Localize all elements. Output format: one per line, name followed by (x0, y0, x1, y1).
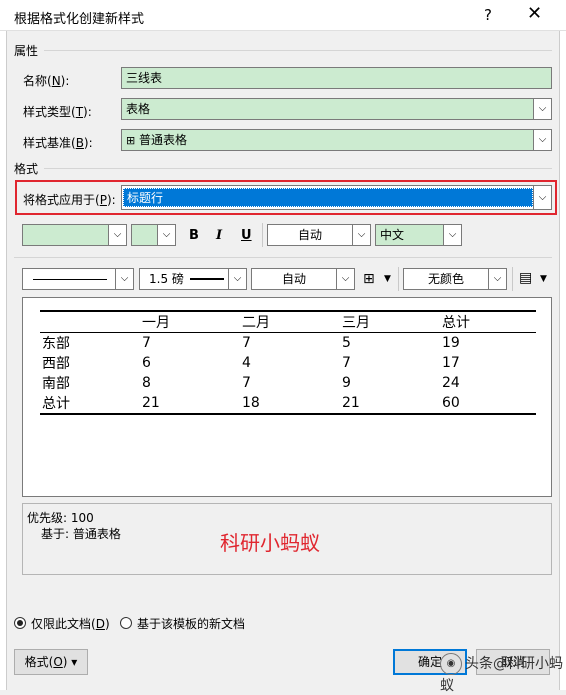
borders-dropdown-icon[interactable]: ▼ (384, 274, 391, 284)
border-style-select[interactable]: ⌵ (22, 268, 134, 290)
apply-to-select[interactable]: 标题行 ⌵ (121, 185, 552, 210)
style-type-label: 样式类型(T): (23, 105, 92, 119)
border-color-select[interactable]: 自动 ⌵ (251, 268, 355, 290)
toolbar-separator (398, 267, 399, 291)
border-color-value: 自动 (281, 272, 306, 286)
chevron-down-icon[interactable]: ⌵ (115, 269, 133, 289)
chevron-down-icon[interactable]: ⌵ (336, 269, 354, 289)
name-label: 名称(N): (23, 74, 70, 88)
style-type-select[interactable]: 表格 ⌵ (121, 98, 552, 120)
script-value: 中文 (380, 228, 405, 242)
chevron-down-icon[interactable]: ⌵ (488, 269, 506, 289)
font-size-select[interactable]: ⌵ (131, 224, 176, 246)
table-row: 南部 8 7 9 24 (42, 375, 460, 392)
footer-watermark: ◉ 头条@科研小蚂蚁 (440, 653, 566, 695)
close-icon[interactable]: ✕ (527, 3, 542, 24)
alignment-dropdown-icon[interactable]: ▼ (540, 274, 547, 284)
table-row: 东部 7 7 5 19 (42, 335, 460, 352)
priority-text: 优先级: 100 (27, 511, 94, 525)
background-document-right (559, 30, 566, 690)
format-menu-button[interactable]: 格式(O) ▾ (14, 649, 88, 675)
avatar-icon: ◉ (440, 653, 462, 675)
help-icon[interactable]: ? (484, 6, 492, 24)
watermark-text: 科研小蚂蚁 (220, 531, 320, 555)
dialog-window: 根据格式化创建新样式 ? ✕ 属性 名称(N): 三线表 样式类型(T): 表格… (0, 0, 566, 695)
table-row: 总计 21 18 21 60 (40, 393, 536, 415)
apply-to-value: 标题行 (123, 188, 533, 207)
name-input[interactable]: 三线表 (121, 67, 552, 89)
chevron-down-icon[interactable]: ⌵ (157, 225, 175, 245)
shading-value: 无颜色 (427, 272, 464, 286)
properties-section-label: 属性 (14, 44, 39, 58)
border-weight-sample (190, 278, 224, 280)
bold-button[interactable]: B (189, 228, 199, 243)
chevron-down-icon[interactable]: ⌵ (352, 225, 370, 245)
chevron-down-icon[interactable]: ⌵ (533, 130, 551, 150)
format-section-label: 格式 (14, 162, 39, 176)
style-type-value: 表格 (126, 102, 151, 116)
style-based-on-select[interactable]: ⊞ 普通表格 ⌵ (121, 129, 552, 151)
border-weight-value: 1.5 磅 (149, 272, 184, 286)
toolbar-separator (512, 267, 513, 291)
background-document-left (0, 30, 7, 690)
table-row: 一月 二月 三月 总计 (40, 310, 536, 333)
new-documents-radio[interactable] (120, 617, 132, 629)
chevron-down-icon[interactable]: ⌵ (533, 99, 551, 119)
font-name-select[interactable]: ⌵ (22, 224, 127, 246)
style-based-on-label: 样式基准(B): (23, 136, 93, 150)
style-preview: 一月 二月 三月 总计 东部 7 7 5 19 西部 6 4 7 17 南部 8… (22, 297, 552, 497)
font-color-value: 自动 (297, 228, 322, 242)
table-grid-icon: ⊞ (126, 134, 136, 147)
border-weight-select[interactable]: 1.5 磅 ⌵ (139, 268, 247, 290)
based-on-text: 基于: 普通表格 (41, 527, 121, 541)
table-row: 西部 6 4 7 17 (42, 355, 460, 372)
script-select[interactable]: 中文 ⌵ (375, 224, 462, 246)
alignment-icon[interactable]: ▤ (519, 270, 532, 286)
shading-select[interactable]: 无颜色 ⌵ (403, 268, 507, 290)
title-bar: 根据格式化创建新样式 ? ✕ (0, 0, 566, 31)
chevron-down-icon[interactable]: ⌵ (443, 225, 461, 245)
borders-grid-icon[interactable]: ⊞ (363, 271, 375, 287)
dialog-title: 根据格式化创建新样式 (14, 12, 145, 27)
border-line-sample (33, 279, 107, 280)
font-color-select[interactable]: 自动 ⌵ (267, 224, 371, 246)
new-documents-label[interactable]: 基于该模板的新文档 (137, 615, 245, 632)
format-divider (44, 168, 552, 169)
preview-table: 一月 二月 三月 总计 东部 7 7 5 19 西部 6 4 7 17 南部 8… (40, 310, 536, 415)
apply-to-label: 将格式应用于(P): (23, 193, 116, 207)
this-document-radio[interactable] (14, 617, 26, 629)
toolbar-divider (14, 257, 552, 258)
chevron-down-icon[interactable]: ⌵ (533, 186, 551, 209)
toolbar-separator (262, 223, 263, 247)
italic-button[interactable]: I (216, 228, 222, 243)
chevron-down-icon[interactable]: ⌵ (228, 269, 246, 289)
style-based-on-value: 普通表格 (139, 133, 188, 147)
chevron-down-icon[interactable]: ⌵ (108, 225, 126, 245)
underline-button[interactable]: U (241, 228, 252, 243)
this-document-label[interactable]: 仅限此文档(D) (31, 615, 110, 632)
properties-divider (44, 50, 552, 51)
